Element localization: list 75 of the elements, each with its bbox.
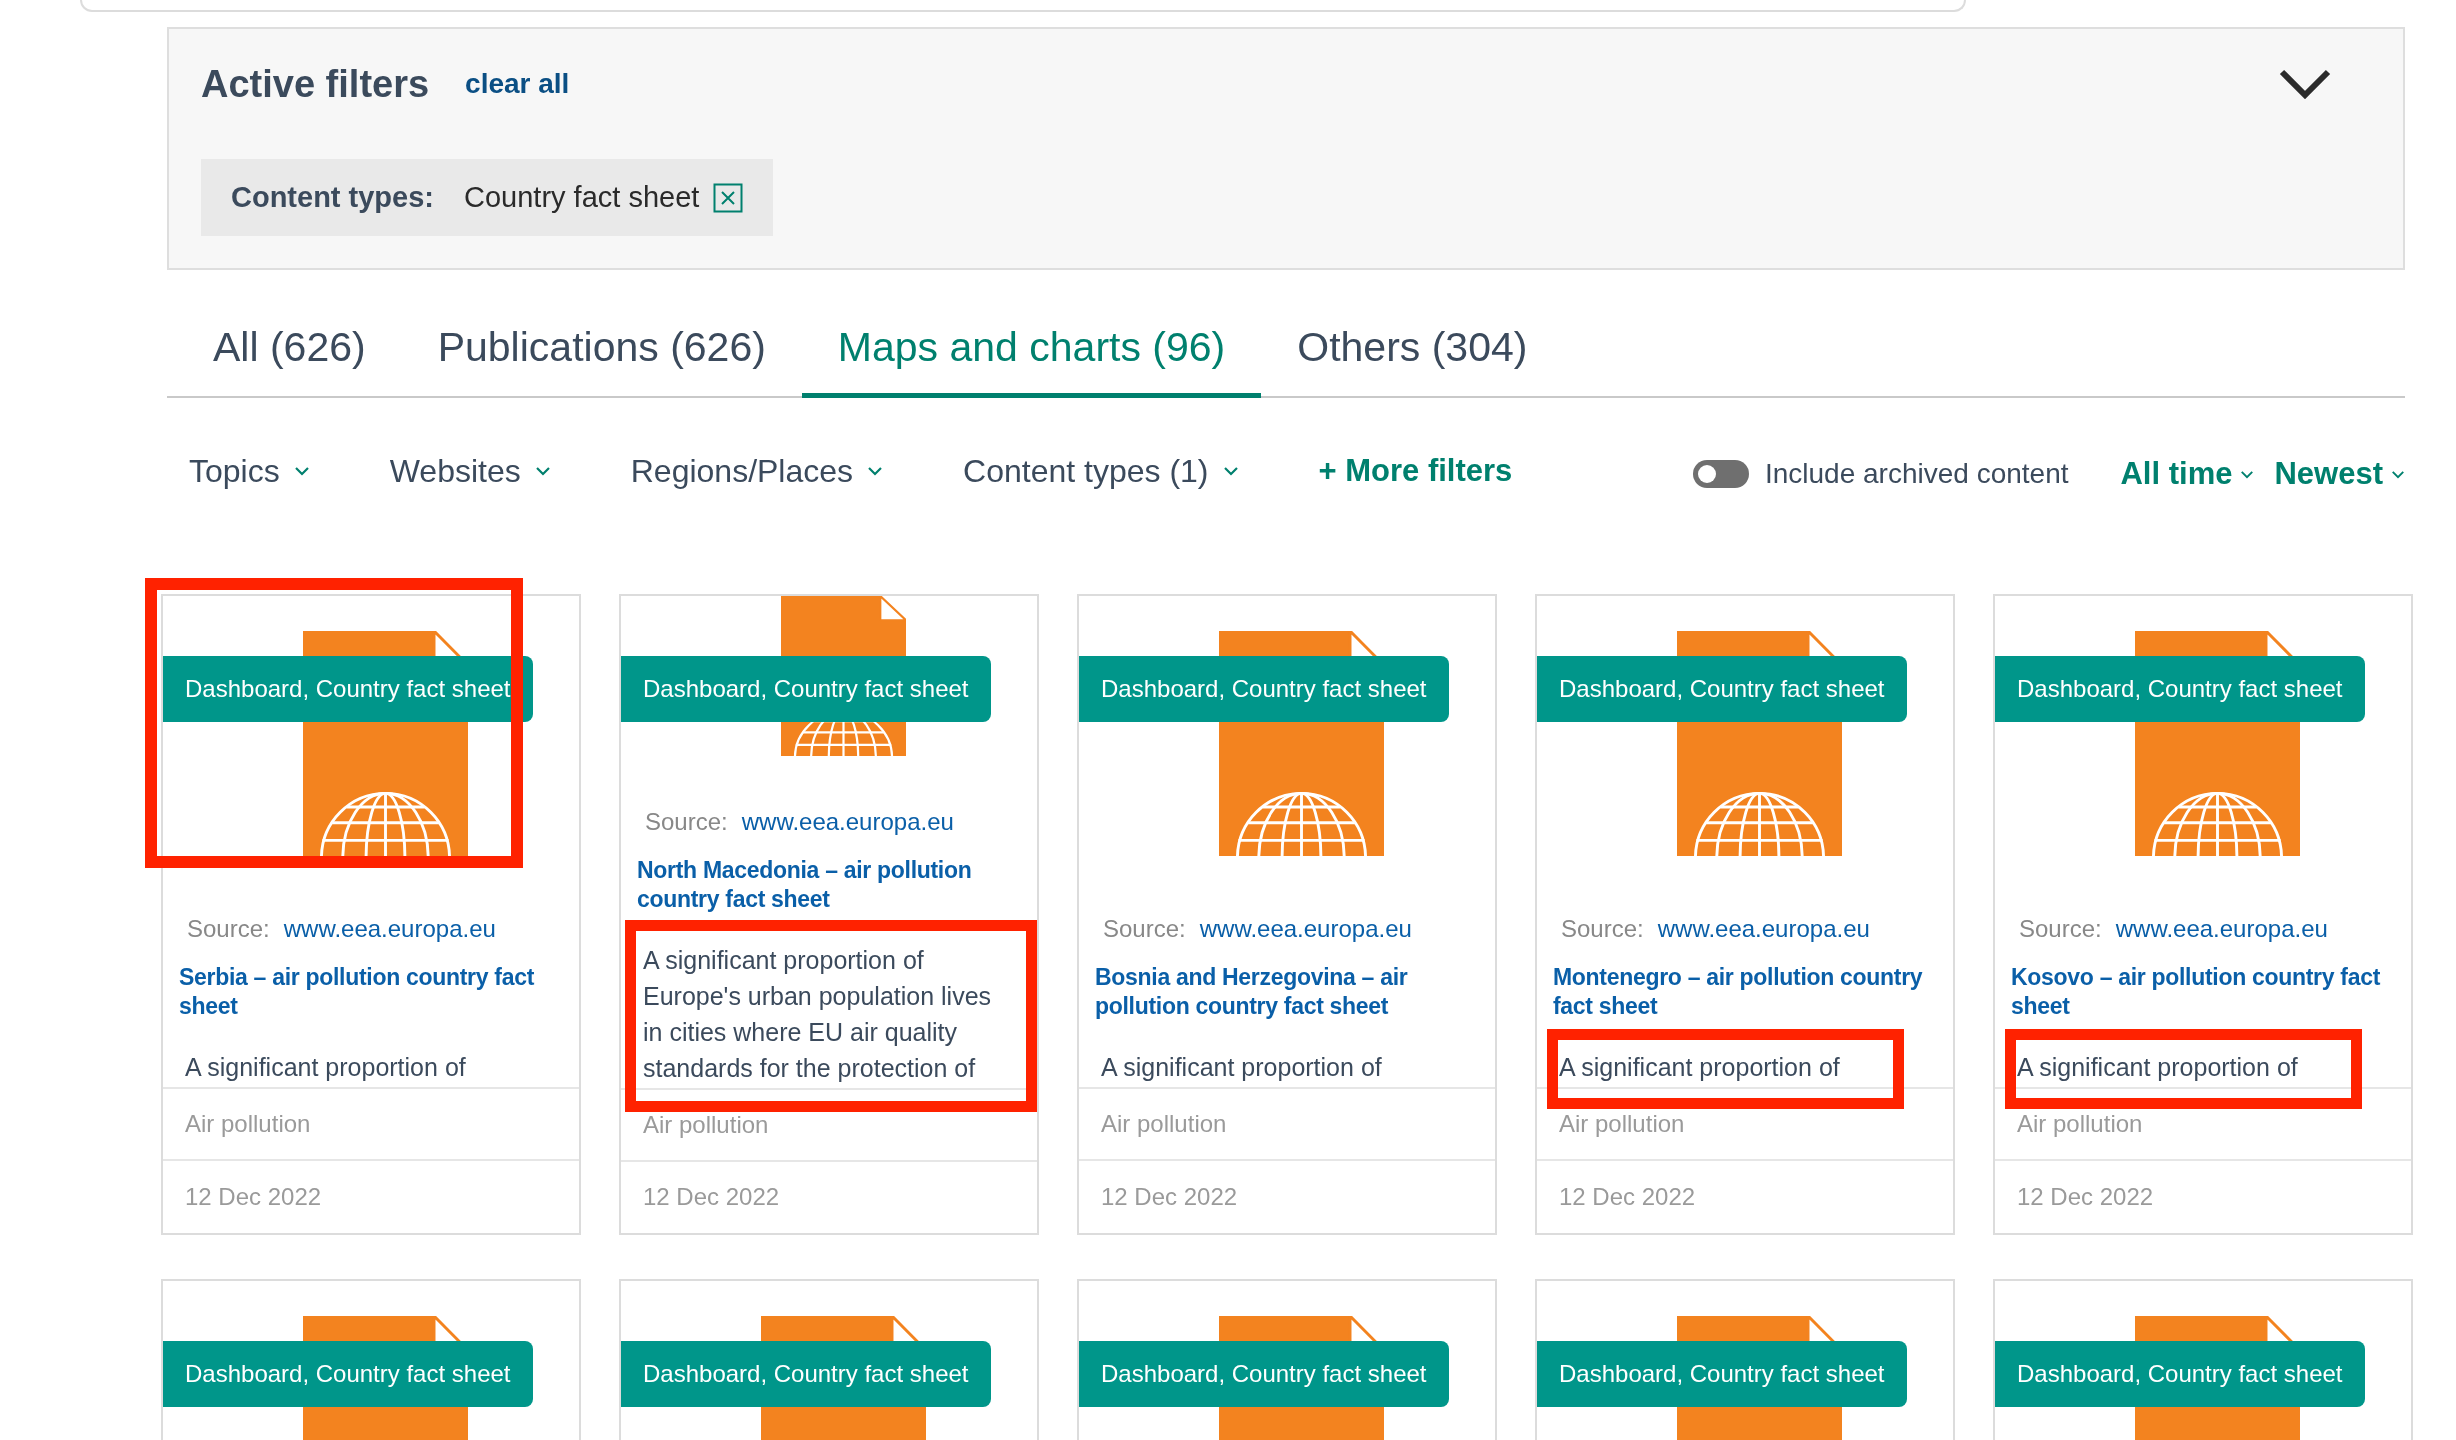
result-card[interactable]: Dashboard, Country fact sheet <box>1535 1279 1955 1440</box>
caret-icon <box>2240 469 2255 479</box>
result-card[interactable]: Dashboard, Country fact sheet Source: www.eea.europa.eu Montenegro – air pollution country fact sheet A significant proportion of Air pollution 12 Dec 2022 <box>1535 594 1955 1235</box>
caret-icon <box>534 466 551 476</box>
result-card[interactable]: Dashboard, Country fact sheet Source: www.eea.europa.eu Serbia – air pollution country fact sheet A significant proportion of Air pollution 12 Dec 2022 <box>161 594 581 1235</box>
sort-dropdown[interactable]: All time <box>2120 456 2255 492</box>
card-description: A significant proportion of <box>185 1051 466 1083</box>
content-type-badge: Dashboard, Country fact sheet <box>621 1341 991 1407</box>
content-type-badge: Dashboard, Country fact sheet <box>1079 1341 1449 1407</box>
result-card[interactable]: Dashboard, Country fact sheet <box>1077 1279 1497 1440</box>
source-link[interactable]: www.eea.europa.eu <box>741 808 954 837</box>
content-type-badge: Dashboard, Country fact sheet <box>1079 656 1449 722</box>
filter-dropdown[interactable]: Topics <box>189 452 310 490</box>
toggle-switch[interactable] <box>1692 460 1749 488</box>
content-type-badge: Dashboard, Country fact sheet <box>163 656 533 722</box>
card-title-link[interactable]: Bosnia and Herzegovina – air pollution country fact sheet <box>1079 962 1495 1021</box>
caret-icon <box>2391 469 2405 479</box>
clear-all-link[interactable]: clear all <box>465 68 570 100</box>
card-topic: Air pollution <box>1079 1088 1495 1161</box>
source-link[interactable]: www.eea.europa.eu <box>2115 914 2328 943</box>
source-link[interactable]: www.eea.europa.eu <box>283 914 496 943</box>
card-description: A significant proportion of <box>1101 1051 1382 1083</box>
caret-icon <box>867 466 884 476</box>
card-title-link[interactable]: North Macedonia – air pollution country fact sheet <box>621 856 1037 915</box>
card-date: 12 Dec 2022 <box>1100 1181 1239 1212</box>
result-card[interactable]: Dashboard, Country fact sheet <box>161 1279 581 1440</box>
card-description: A significant proportion of <box>1559 1051 1840 1083</box>
content-type-badge: Dashboard, Country fact sheet <box>621 656 991 722</box>
more-filters-link[interactable]: + More filters <box>1318 453 1513 489</box>
card-date: 12 Dec 2022 <box>2016 1181 2155 1212</box>
chip-label: Content types: <box>231 181 434 214</box>
result-card[interactable] <box>619 594 1039 1235</box>
caret-icon <box>1222 466 1239 476</box>
source-label: Source: <box>1103 914 1186 943</box>
filter-dropdown[interactable]: Content types (1) <box>963 452 1239 490</box>
filter-dropdown[interactable]: Websites <box>389 452 551 490</box>
source-label: Source: <box>2019 914 2102 943</box>
source-label: Source: <box>1561 914 1644 943</box>
content-type-badge: Dashboard, Country fact sheet <box>163 1341 533 1407</box>
result-card[interactable]: Dashboard, Country fact sheet <box>1993 1279 2413 1440</box>
chip-value: Country fact sheet <box>464 181 700 214</box>
tab[interactable]: All (626) <box>177 306 402 398</box>
card-topic: Air pollution <box>1537 1088 1953 1161</box>
card-description: A significant proportion of Europe's urban population lives in cities where EU air quality standards for the protection of <box>643 945 993 1085</box>
content-type-badge: Dashboard, Country fact sheet <box>1995 656 2365 722</box>
filter-dropdown[interactable]: Regions/Places <box>630 452 884 490</box>
panel-title: Active filters <box>201 62 430 106</box>
card-date: 12 Dec 2022 <box>184 1181 323 1212</box>
card-topic: Air pollution <box>1995 1088 2411 1161</box>
card-date: 12 Dec 2022 <box>1558 1181 1697 1212</box>
card-description: A significant proportion of <box>2017 1051 2298 1083</box>
card-title-link[interactable]: Kosovo – air pollution country fact sheet <box>1995 962 2411 1021</box>
close-icon[interactable] <box>713 182 744 213</box>
content-type-badge: Dashboard, Country fact sheet <box>1537 1341 1907 1407</box>
content-type-badge: Dashboard, Country fact sheet <box>1995 1341 2365 1407</box>
chevron-down-icon[interactable] <box>2279 69 2331 99</box>
tab[interactable]: Others (304) <box>1261 306 1564 398</box>
card-date: 12 Dec 2022 <box>642 1182 781 1213</box>
card-topic: Air pollution <box>621 1090 1037 1162</box>
source-link[interactable]: www.eea.europa.eu <box>1657 914 1870 943</box>
content-type-badge: Dashboard, Country fact sheet <box>1537 656 1907 722</box>
card-topic: Air pollution <box>163 1088 579 1161</box>
result-card[interactable]: Dashboard, Country fact sheet <box>619 1279 1039 1440</box>
card-title-link[interactable]: Montenegro – air pollution country fact sheet <box>1537 962 1953 1021</box>
tab[interactable]: Publications (626) <box>401 306 802 398</box>
result-card[interactable]: Dashboard, Country fact sheet Source: www.eea.europa.eu Bosnia and Herzegovina – air pollution country fact sheet A significant proportion of Air pollution 12 Dec 2022 <box>1077 594 1497 1235</box>
caret-icon <box>293 466 310 476</box>
card-title-link[interactable]: Serbia – air pollution country fact sheet <box>163 962 579 1021</box>
toggle-label: Include archived content <box>1764 458 2069 490</box>
source-label: Source: <box>645 808 728 837</box>
sort-dropdown[interactable]: Newest <box>2274 456 2405 492</box>
tab[interactable]: Maps and charts (96) <box>801 306 1262 398</box>
source-link[interactable]: www.eea.europa.eu <box>1199 914 1412 943</box>
result-card[interactable]: Dashboard, Country fact sheet Source: www.eea.europa.eu Kosovo – air pollution country fact sheet A significant proportion of Air pollution 12 Dec 2022 <box>1993 594 2413 1235</box>
source-label: Source: <box>187 914 270 943</box>
